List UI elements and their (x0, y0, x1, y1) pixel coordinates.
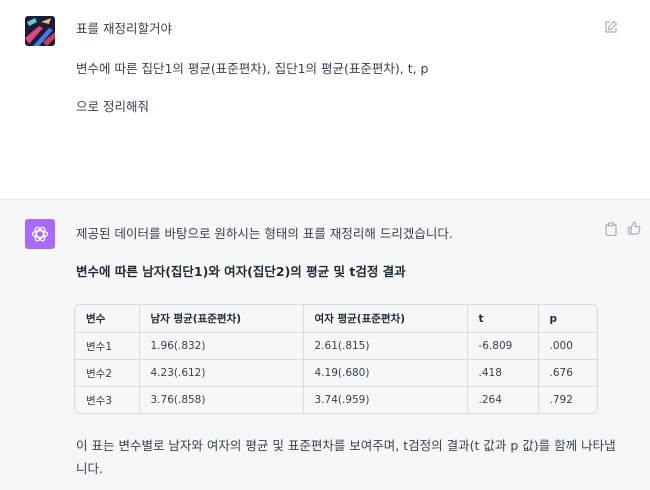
user-message-line-2: 변수에 따른 집단1의 평균(표준편차), 집단1의 평균(표준편차), t, … (76, 61, 429, 76)
assistant-table-heading: 변수에 따른 남자(집단1)와 여자(집단2)의 평균 및 t검정 결과 (76, 264, 406, 279)
table-cell: .676 (538, 359, 597, 387)
user-message-line-3: 으로 정리해줘 (76, 99, 149, 114)
table-cell: .000 (538, 332, 597, 360)
table-cell: 변수3 (75, 386, 140, 413)
table-row: 변수1 1.96(.832) 2.61(.815) -6.809 .000 (75, 332, 597, 360)
table-cell: .264 (467, 386, 539, 413)
edit-icon[interactable] (604, 20, 618, 34)
openai-logo-icon (25, 219, 55, 249)
user-avatar (25, 16, 55, 46)
table-cell: 4.23(.612) (139, 359, 304, 387)
table-cell: .792 (538, 386, 597, 413)
table-row: 변수3 3.76(.858) 3.74(.959) .264 .792 (75, 386, 597, 413)
results-table: 변수 남자 평균(표준편차) 여자 평균(표준편차) t p 변수1 1.96(… (74, 304, 598, 414)
assistant-intro-text: 제공된 데이터를 바탕으로 원하시는 형태의 표를 재정리해 드리겠습니다. (76, 226, 453, 241)
column-header: 변수 (75, 305, 140, 333)
column-header: 남자 평균(표준편차) (139, 305, 304, 333)
table-cell: 4.19(.680) (303, 359, 468, 387)
table-cell: .418 (467, 359, 539, 387)
table-cell: 3.76(.858) (139, 386, 304, 413)
table-cell: 변수2 (75, 359, 140, 387)
table-cell: -6.809 (467, 332, 539, 360)
table-cell: 2.61(.815) (303, 332, 468, 360)
assistant-message-turn: 제공된 데이터를 바탕으로 원하시는 형태의 표를 재정리해 드리겠습니다. 변… (0, 199, 650, 490)
table-row: 변수2 4.23(.612) 4.19(.680) .418 .676 (75, 359, 597, 387)
table-cell: 변수1 (75, 332, 140, 360)
user-message-line-1: 표를 재정리할거야 (76, 21, 172, 36)
table-cell: 1.96(.832) (139, 332, 304, 360)
assistant-summary-text: 이 표는 변수별로 남자와 여자의 평균 및 표준편차를 보여주며, t검정의 … (76, 438, 616, 476)
column-header: t (467, 305, 539, 333)
clipboard-icon[interactable] (605, 222, 617, 237)
table-header-row: 변수 남자 평균(표준편차) 여자 평균(표준편차) t p (75, 305, 597, 333)
user-message-turn: 표를 재정리할거야 변수에 따른 집단1의 평균(표준편차), 집단1의 평균(… (0, 0, 650, 199)
column-header: p (538, 305, 597, 333)
column-header: 여자 평균(표준편차) (303, 305, 468, 333)
thumbs-up-icon[interactable] (627, 221, 641, 235)
table-cell: 3.74(.959) (303, 386, 468, 413)
